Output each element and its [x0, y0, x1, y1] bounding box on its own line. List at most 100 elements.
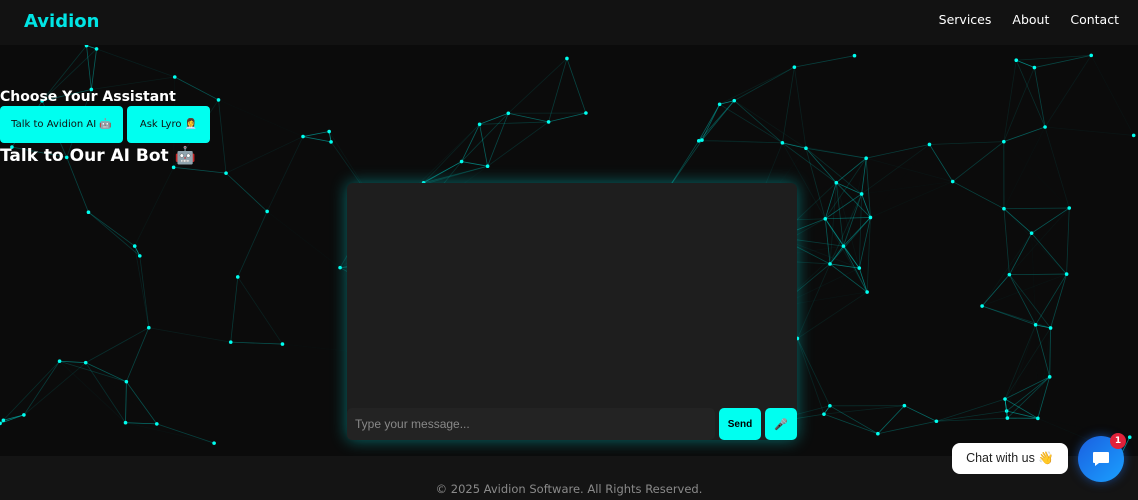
network-line: [59, 360, 127, 383]
network-line: [126, 423, 215, 443]
network-node: [1089, 53, 1094, 58]
network-node: [171, 165, 176, 170]
nav-services[interactable]: Services: [939, 12, 992, 27]
message-input[interactable]: [347, 408, 715, 440]
network-line: [805, 147, 862, 195]
network-line: [237, 211, 268, 278]
network-line: [823, 405, 905, 415]
network-node: [822, 412, 826, 416]
network-node: [1002, 206, 1006, 211]
network-line: [479, 121, 549, 125]
network-line: [126, 381, 158, 425]
network-line: [86, 45, 92, 90]
network-line: [90, 48, 97, 90]
network-node: [876, 431, 880, 436]
network-line: [267, 211, 340, 267]
network-line: [267, 142, 331, 212]
network-line: [1050, 273, 1067, 329]
network-node: [86, 210, 91, 214]
network-line: [59, 360, 126, 424]
network-line: [1004, 324, 1036, 400]
chat-bubble-icon: [1093, 452, 1109, 466]
network-line: [1036, 325, 1038, 418]
network-line: [566, 58, 587, 114]
network-line: [1003, 208, 1032, 234]
network-node: [123, 420, 128, 425]
network-line: [548, 112, 586, 123]
network-line: [1045, 126, 1134, 136]
network-node: [780, 141, 785, 145]
network-line: [719, 66, 795, 105]
network-line: [96, 48, 175, 78]
network-line: [508, 58, 568, 114]
network-line: [824, 157, 867, 219]
network-line: [148, 327, 231, 343]
network-line: [230, 276, 239, 343]
network-line: [1009, 273, 1067, 276]
network-node: [1048, 326, 1053, 330]
chat-with-us-bubble[interactable]: Chat with us 👋: [952, 443, 1068, 474]
network-node: [1003, 397, 1007, 401]
network-line: [1004, 398, 1008, 419]
network-node: [1005, 416, 1010, 420]
network-node: [1032, 65, 1037, 70]
network-line: [508, 112, 549, 123]
network-node: [1033, 323, 1038, 327]
network-node: [147, 325, 151, 330]
network-line: [88, 211, 135, 247]
network-node: [828, 262, 832, 266]
network-line: [982, 274, 1066, 306]
network-node: [1127, 435, 1132, 440]
network-node: [828, 403, 832, 408]
network-line: [461, 124, 480, 162]
network-line: [225, 172, 268, 212]
network-line: [1004, 327, 1051, 400]
network-node: [212, 441, 216, 445]
network-node: [865, 290, 869, 294]
network-line: [1003, 208, 1010, 275]
microphone-button[interactable]: 🎤: [765, 408, 797, 440]
network-line: [793, 67, 807, 149]
network-node: [459, 159, 464, 164]
network-line: [219, 100, 304, 137]
network-node: [235, 275, 240, 279]
network-node: [137, 254, 142, 258]
network-line: [23, 361, 60, 416]
network-node: [852, 53, 857, 58]
network-line: [237, 276, 283, 345]
network-line: [843, 158, 866, 246]
logo[interactable]: Avidion: [24, 11, 99, 32]
network-line: [858, 193, 863, 269]
network-line: [823, 413, 878, 435]
network-line: [1003, 67, 1035, 142]
network-node: [1029, 231, 1034, 235]
network-node: [22, 413, 26, 417]
nav: Services About Contact: [939, 12, 1119, 27]
network-node: [934, 419, 939, 424]
network-line: [156, 423, 215, 444]
network-line: [91, 76, 175, 90]
network-line: [134, 167, 174, 247]
talk-to-avidion-button[interactable]: Talk to Avidion AI 🤖: [0, 106, 123, 143]
ask-lyro-button[interactable]: Ask Lyro 👩‍💼: [127, 106, 210, 143]
network-line: [929, 141, 1004, 145]
send-button[interactable]: Send: [719, 408, 761, 440]
network-line: [479, 124, 488, 167]
nav-contact[interactable]: Contact: [1070, 12, 1119, 27]
nav-about[interactable]: About: [1012, 12, 1049, 27]
network-line: [139, 255, 150, 328]
chat-box: Send 🎤: [347, 183, 797, 440]
chat-messages[interactable]: [347, 183, 797, 408]
network-node: [732, 98, 737, 103]
network-node: [584, 111, 588, 115]
network-line: [719, 103, 783, 144]
chat-widget-button[interactable]: 1: [1078, 433, 1126, 482]
network-line: [1091, 55, 1133, 135]
network-line: [3, 360, 60, 421]
network-line: [1031, 232, 1067, 275]
network-line: [797, 338, 831, 406]
network-line: [1003, 60, 1017, 142]
network-line: [173, 166, 227, 174]
network-line: [1004, 209, 1067, 274]
network-node: [265, 209, 269, 214]
